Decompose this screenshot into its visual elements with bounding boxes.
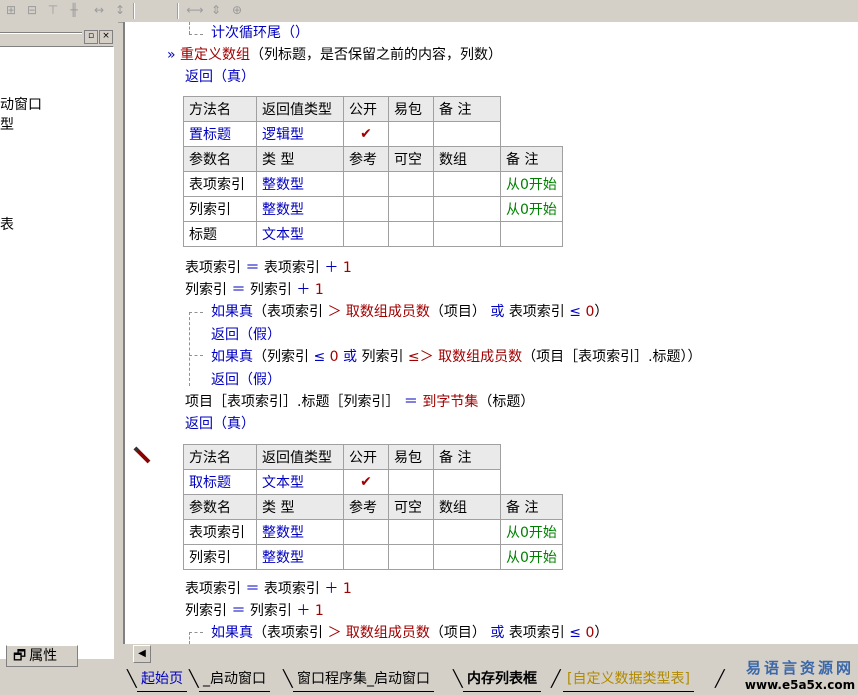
align-top-icon[interactable]: ⊤ — [44, 2, 62, 19]
close-icon[interactable]: × — [99, 30, 113, 44]
check-icon[interactable]: ✔ — [343, 469, 389, 495]
header-array: 数组 — [433, 146, 501, 172]
tree-item[interactable]: 表 — [0, 214, 14, 234]
code-line[interactable]: 列索引 ＝ 列索引 ＋ 1 — [185, 281, 324, 299]
loop-tail-line[interactable]: 计次循环尾（） — [211, 24, 309, 42]
expand-h-icon[interactable]: ⟷ — [186, 2, 204, 19]
header-remark: 备 注 — [433, 96, 501, 122]
code-line[interactable]: 表项索引 ＝ 表项索引 ＋ 1 — [185, 259, 352, 277]
header-array: 数组 — [433, 494, 501, 520]
panel-grip[interactable] — [0, 32, 82, 34]
easy-pkg-cell[interactable] — [388, 469, 434, 495]
header-return-type: 返回值类型 — [256, 444, 344, 470]
remark-cell[interactable] — [433, 121, 501, 147]
flow-line — [189, 632, 203, 633]
easy-pkg-cell[interactable] — [388, 121, 434, 147]
toolbar-separator — [177, 3, 179, 19]
if-line[interactable]: 如果真（列索引 ≤ 0 或 列索引 ≤＞ 取数组成员数（项目［表项索引］.标题）… — [211, 348, 702, 366]
header-type: 类 型 — [256, 494, 344, 520]
tab-window-assembly[interactable]: 窗口程序集_启动窗口 — [293, 667, 434, 692]
header-public: 公开 — [343, 96, 389, 122]
flow-line — [189, 312, 203, 313]
align-middle-icon[interactable]: ╫ — [65, 2, 83, 19]
if-line[interactable]: 如果真（表项索引 ＞ 取数组成员数（项目） 或 表项索引 ≤ 0） — [211, 303, 608, 321]
tab-custom-data-types[interactable]: [自定义数据类型表] — [563, 667, 694, 692]
tab-memory-listbox[interactable]: 内存列表框 — [463, 667, 541, 692]
align-left-icon[interactable]: ⊞ — [2, 2, 20, 19]
scroll-left-icon[interactable]: ◀ — [133, 645, 151, 663]
tab-start-page[interactable]: 起始页 — [137, 667, 187, 692]
toolbar-separator — [133, 3, 135, 19]
header-method-name: 方法名 — [183, 96, 257, 122]
header-remark: 备 注 — [433, 444, 501, 470]
header-public: 公开 — [343, 444, 389, 470]
method-table: 方法名 返回值类型 公开 易包 备 注 取标题 文本型 ✔ 参数名 类 型 参考… — [183, 444, 563, 570]
remark-cell[interactable] — [433, 469, 501, 495]
flow-line — [189, 34, 203, 35]
restore-icon[interactable]: ▫ — [84, 30, 98, 44]
header-nullable: 可空 — [388, 146, 434, 172]
assign-line[interactable]: 项目［表项索引］.标题［列索引］ ＝ 到字节集（标题） — [185, 393, 534, 411]
header-method-name: 方法名 — [183, 444, 257, 470]
method-table: 方法名 返回值类型 公开 易包 备 注 置标题 逻辑型 ✔ 参数名 类 型 参考… — [183, 96, 563, 247]
return-line[interactable]: 返回（假） — [211, 371, 281, 389]
properties-icon: 🗗 — [13, 648, 27, 664]
header-reference: 参考 — [343, 494, 389, 520]
flow-line — [189, 312, 190, 386]
tree-item[interactable]: 型 — [0, 114, 14, 134]
return-type-cell[interactable]: 文本型 — [256, 469, 344, 495]
param-row[interactable]: 列索引 整数型 从0开始 — [183, 196, 563, 222]
header-remark: 备 注 — [500, 494, 563, 520]
program-tree[interactable]: 动窗口 型 表 — [0, 46, 114, 659]
check-icon[interactable]: ✔ — [343, 121, 389, 147]
param-row[interactable]: 列索引 整数型 从0开始 — [183, 544, 563, 570]
return-type-cell[interactable]: 逻辑型 — [256, 121, 344, 147]
expand-arrow-icon[interactable]: » — [167, 47, 176, 63]
return-line[interactable]: 返回（真） — [185, 68, 255, 86]
code-area[interactable]: 计次循环尾（） » 重定义数组（列标题，是否保留之前的内容，列数） 返回（真） … — [125, 22, 858, 644]
return-line[interactable]: 返回（真） — [185, 415, 255, 433]
expand-v-icon[interactable]: ⇕ — [207, 2, 225, 19]
method-name-cell[interactable]: 取标题 — [183, 469, 257, 495]
header-nullable: 可空 — [388, 494, 434, 520]
header-type: 类 型 — [256, 146, 344, 172]
center-icon[interactable]: ⊕ — [228, 2, 246, 19]
watermark: 易语言资源网 www.e5a5x.com — [744, 659, 856, 692]
method-signature[interactable]: » 重定义数组（列标题，是否保留之前的内容，列数） — [167, 46, 502, 64]
toolbar: ⊞ ⊟ ⊤ ╫ ↔ ↕ ⟷ ⇕ ⊕ — [0, 0, 858, 23]
param-row[interactable]: 标题 文本型 — [183, 221, 563, 247]
header-param-name: 参数名 — [183, 146, 257, 172]
flow-line — [189, 632, 190, 644]
code-editor[interactable]: 计次循环尾（） » 重定义数组（列标题，是否保留之前的内容，列数） 返回（真） … — [123, 22, 858, 644]
code-line[interactable]: 列索引 ＝ 列索引 ＋ 1 — [185, 602, 324, 620]
flow-line — [189, 22, 190, 34]
param-row[interactable]: 表项索引 整数型 从0开始 — [183, 171, 563, 197]
param-row[interactable]: 表项索引 整数型 从0开始 — [183, 519, 563, 545]
method-name-cell[interactable]: 置标题 — [183, 121, 257, 147]
header-remark: 备 注 — [500, 146, 563, 172]
align-center-icon[interactable]: ⊟ — [23, 2, 41, 19]
header-return-type: 返回值类型 — [256, 96, 344, 122]
return-line[interactable]: 返回（假） — [211, 326, 281, 344]
header-easy-pkg: 易包 — [388, 444, 434, 470]
panel-titlebar: ▫ × — [0, 26, 115, 44]
header-param-name: 参数名 — [183, 494, 257, 520]
tree-item[interactable]: 动窗口 — [0, 94, 42, 114]
width-equal-icon[interactable]: ↔ — [90, 2, 108, 19]
properties-tab[interactable]: 🗗 属性 — [6, 645, 78, 667]
left-panel: ▫ × 动窗口 型 表 — [0, 22, 118, 662]
code-line[interactable]: 表项索引 ＝ 表项索引 ＋ 1 — [185, 580, 352, 598]
flow-line — [189, 355, 203, 356]
if-line[interactable]: 如果真（表项索引 ＞ 取数组成员数（项目） 或 表项索引 ≤ 0） — [211, 624, 608, 642]
header-reference: 参考 — [343, 146, 389, 172]
header-easy-pkg: 易包 — [388, 96, 434, 122]
height-equal-icon[interactable]: ↕ — [111, 2, 129, 19]
tab-startup-window[interactable]: _启动窗口 — [199, 667, 270, 692]
